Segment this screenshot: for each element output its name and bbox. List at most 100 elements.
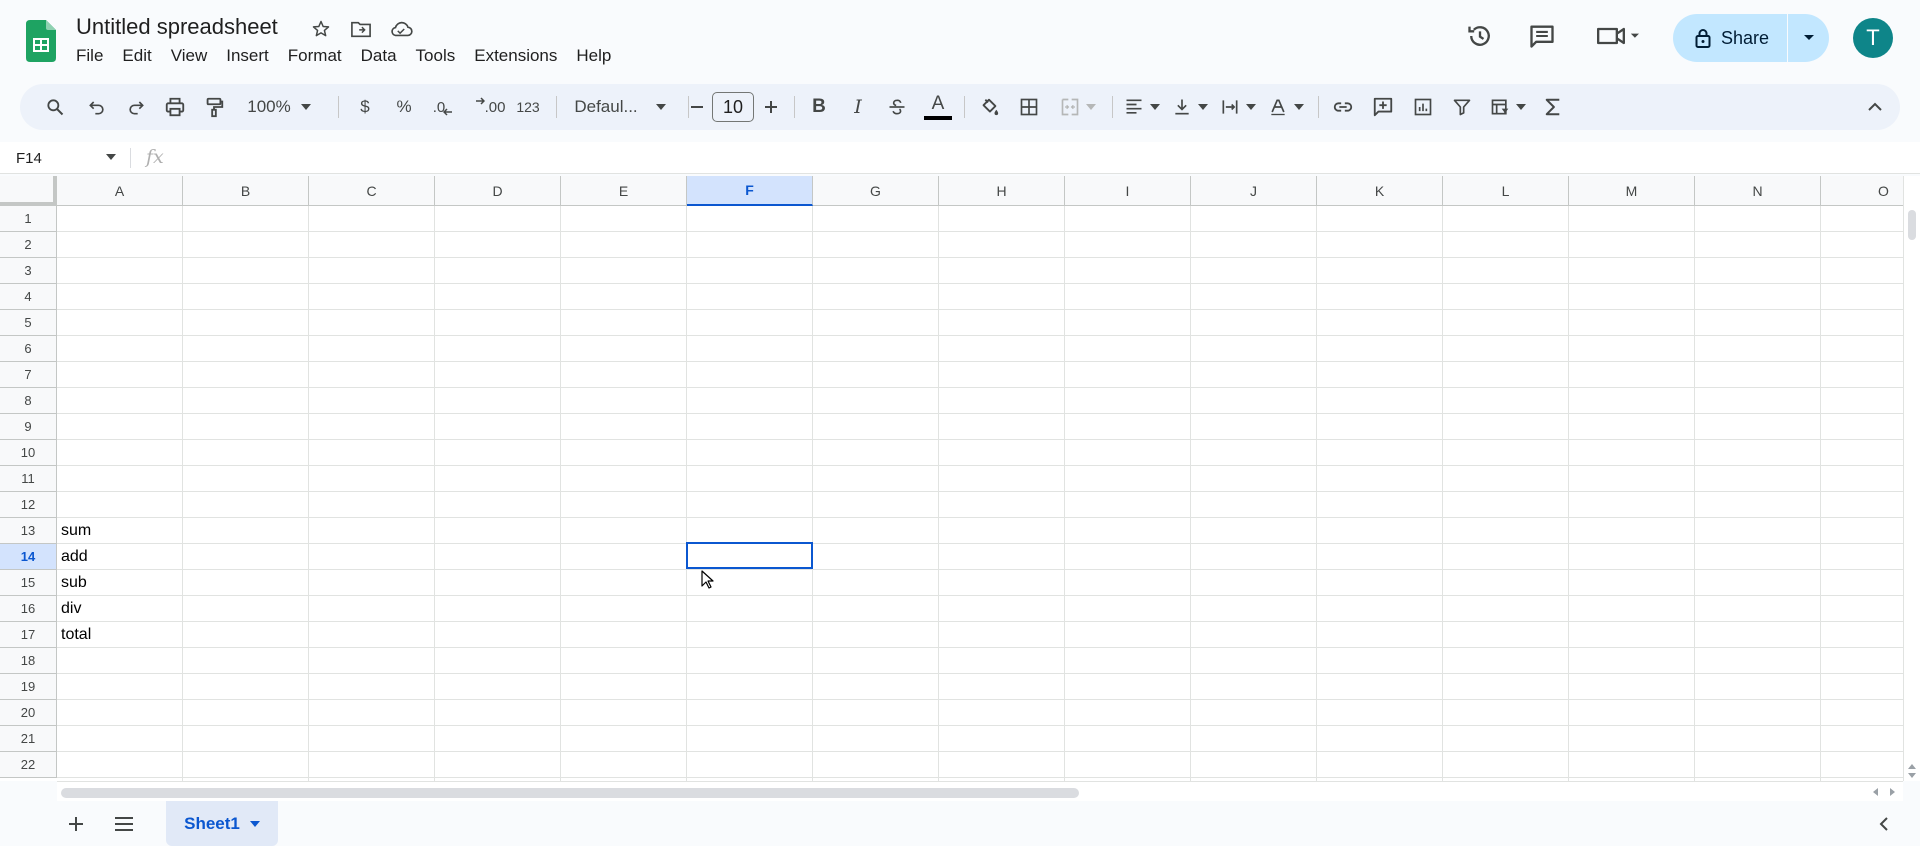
- all-sheets-icon[interactable]: [104, 801, 144, 846]
- cell-a16[interactable]: div: [57, 596, 183, 622]
- cell-a14[interactable]: add: [57, 544, 183, 570]
- row-header-17[interactable]: 17: [0, 622, 57, 648]
- row-header-19[interactable]: 19: [0, 674, 57, 700]
- text-wrapping-icon[interactable]: [1216, 84, 1260, 130]
- insert-comment-icon[interactable]: [1368, 84, 1398, 130]
- star-icon[interactable]: [308, 16, 334, 42]
- text-color-button[interactable]: A: [921, 84, 955, 130]
- menu-format[interactable]: Format: [288, 46, 352, 66]
- column-header-e[interactable]: E: [561, 176, 687, 206]
- row-header-14[interactable]: 14: [0, 544, 57, 570]
- row-header-15[interactable]: 15: [0, 570, 57, 596]
- functions-icon[interactable]: [1538, 84, 1568, 130]
- paint-format-icon[interactable]: [199, 84, 229, 130]
- spreadsheet-grid[interactable]: A B C D E F G H I J K L M N O 1 2 3 4 5 6 7 8 9 10 11 12 13 14 15 16 17…: [0, 176, 1920, 781]
- print-icon[interactable]: [160, 84, 190, 130]
- menu-view[interactable]: View: [171, 46, 218, 66]
- column-header-i[interactable]: I: [1065, 176, 1191, 206]
- row-header-10[interactable]: 10: [0, 440, 57, 466]
- borders-icon[interactable]: [1014, 84, 1044, 130]
- column-header-m[interactable]: M: [1569, 176, 1695, 206]
- move-folder-icon[interactable]: [348, 16, 374, 42]
- cell-a13[interactable]: sum: [57, 518, 183, 544]
- menu-data[interactable]: Data: [361, 46, 407, 66]
- format-percent-button[interactable]: %: [389, 84, 419, 130]
- collapse-sidebar-icon[interactable]: [1864, 801, 1904, 846]
- column-header-h[interactable]: H: [939, 176, 1065, 206]
- merge-cells-icon[interactable]: [1053, 84, 1103, 130]
- caret-right-icon[interactable]: [1890, 788, 1896, 796]
- cell-a17[interactable]: total: [57, 622, 183, 648]
- search-menus-icon[interactable]: [40, 84, 70, 130]
- filter-views-icon[interactable]: [1486, 84, 1530, 130]
- row-header-21[interactable]: 21: [0, 726, 57, 752]
- caret-down-icon[interactable]: [249, 820, 260, 827]
- row-header-1[interactable]: 1: [0, 206, 57, 232]
- row-header-7[interactable]: 7: [0, 362, 57, 388]
- menu-edit[interactable]: Edit: [122, 46, 161, 66]
- caret-down-icon[interactable]: [106, 154, 116, 160]
- column-header-a[interactable]: A: [57, 176, 183, 206]
- horizontal-scroll-thumb[interactable]: [61, 788, 1079, 798]
- zoom-select[interactable]: 100%: [238, 84, 320, 130]
- row-header-2[interactable]: 2: [0, 232, 57, 258]
- cell-a15[interactable]: sub: [57, 570, 183, 596]
- menu-file[interactable]: File: [76, 46, 113, 66]
- vertical-scroll-thumb[interactable]: [1908, 210, 1916, 240]
- cloud-saved-icon[interactable]: [388, 16, 414, 42]
- filter-icon[interactable]: [1447, 84, 1477, 130]
- row-header-5[interactable]: 5: [0, 310, 57, 336]
- horizontal-scrollbar[interactable]: [57, 781, 1903, 801]
- menu-insert[interactable]: Insert: [226, 46, 279, 66]
- add-sheet-icon[interactable]: [56, 801, 96, 846]
- document-title[interactable]: Untitled spreadsheet: [76, 14, 278, 40]
- horizontal-align-icon[interactable]: [1120, 84, 1164, 130]
- bold-button[interactable]: B: [804, 84, 834, 130]
- caret-up-icon[interactable]: [1908, 763, 1916, 769]
- undo-icon[interactable]: [82, 84, 112, 130]
- row-header-12[interactable]: 12: [0, 492, 57, 518]
- sheet-tab-sheet1[interactable]: Sheet1: [166, 801, 278, 846]
- font-size-input[interactable]: 10: [712, 92, 754, 122]
- column-header-g[interactable]: G: [813, 176, 939, 206]
- share-dropdown[interactable]: [1788, 14, 1829, 62]
- column-header-j[interactable]: J: [1191, 176, 1317, 206]
- decrease-font-size-icon[interactable]: [684, 84, 710, 130]
- column-header-n[interactable]: N: [1695, 176, 1821, 206]
- increase-font-size-icon[interactable]: [758, 84, 784, 130]
- increase-decimal-button[interactable]: .00: [466, 84, 505, 130]
- column-header-b[interactable]: B: [183, 176, 309, 206]
- caret-down-icon[interactable]: [1908, 773, 1916, 779]
- avatar[interactable]: T: [1853, 18, 1893, 58]
- italic-button[interactable]: I: [843, 84, 873, 130]
- name-box[interactable]: F14: [16, 142, 42, 174]
- caret-left-icon[interactable]: [1872, 788, 1878, 796]
- column-header-f[interactable]: F: [687, 176, 813, 206]
- sheets-logo-icon[interactable]: [26, 20, 56, 62]
- text-rotation-icon[interactable]: [1264, 84, 1308, 130]
- vertical-align-icon[interactable]: [1168, 84, 1212, 130]
- row-header-9[interactable]: 9: [0, 414, 57, 440]
- row-header-6[interactable]: 6: [0, 336, 57, 362]
- insert-chart-icon[interactable]: [1408, 84, 1438, 130]
- menu-extensions[interactable]: Extensions: [474, 46, 567, 66]
- menu-help[interactable]: Help: [576, 46, 621, 66]
- active-cell-selection[interactable]: [686, 542, 813, 569]
- row-header-16[interactable]: 16: [0, 596, 57, 622]
- row-header-13[interactable]: 13: [0, 518, 57, 544]
- row-header-20[interactable]: 20: [0, 700, 57, 726]
- fill-color-icon[interactable]: [974, 84, 1004, 130]
- row-header-18[interactable]: 18: [0, 648, 57, 674]
- row-header-4[interactable]: 4: [0, 284, 57, 310]
- insert-link-icon[interactable]: [1328, 84, 1358, 130]
- redo-icon[interactable]: [121, 84, 151, 130]
- strikethrough-icon[interactable]: [882, 84, 912, 130]
- meet-video-icon[interactable]: [1588, 16, 1648, 56]
- format-currency-button[interactable]: $: [350, 84, 380, 130]
- column-header-d[interactable]: D: [435, 176, 561, 206]
- vertical-scrollbar[interactable]: [1903, 176, 1920, 781]
- more-formats-button[interactable]: 123: [510, 84, 546, 130]
- row-header-8[interactable]: 8: [0, 388, 57, 414]
- row-header-3[interactable]: 3: [0, 258, 57, 284]
- comments-icon[interactable]: [1522, 16, 1562, 56]
